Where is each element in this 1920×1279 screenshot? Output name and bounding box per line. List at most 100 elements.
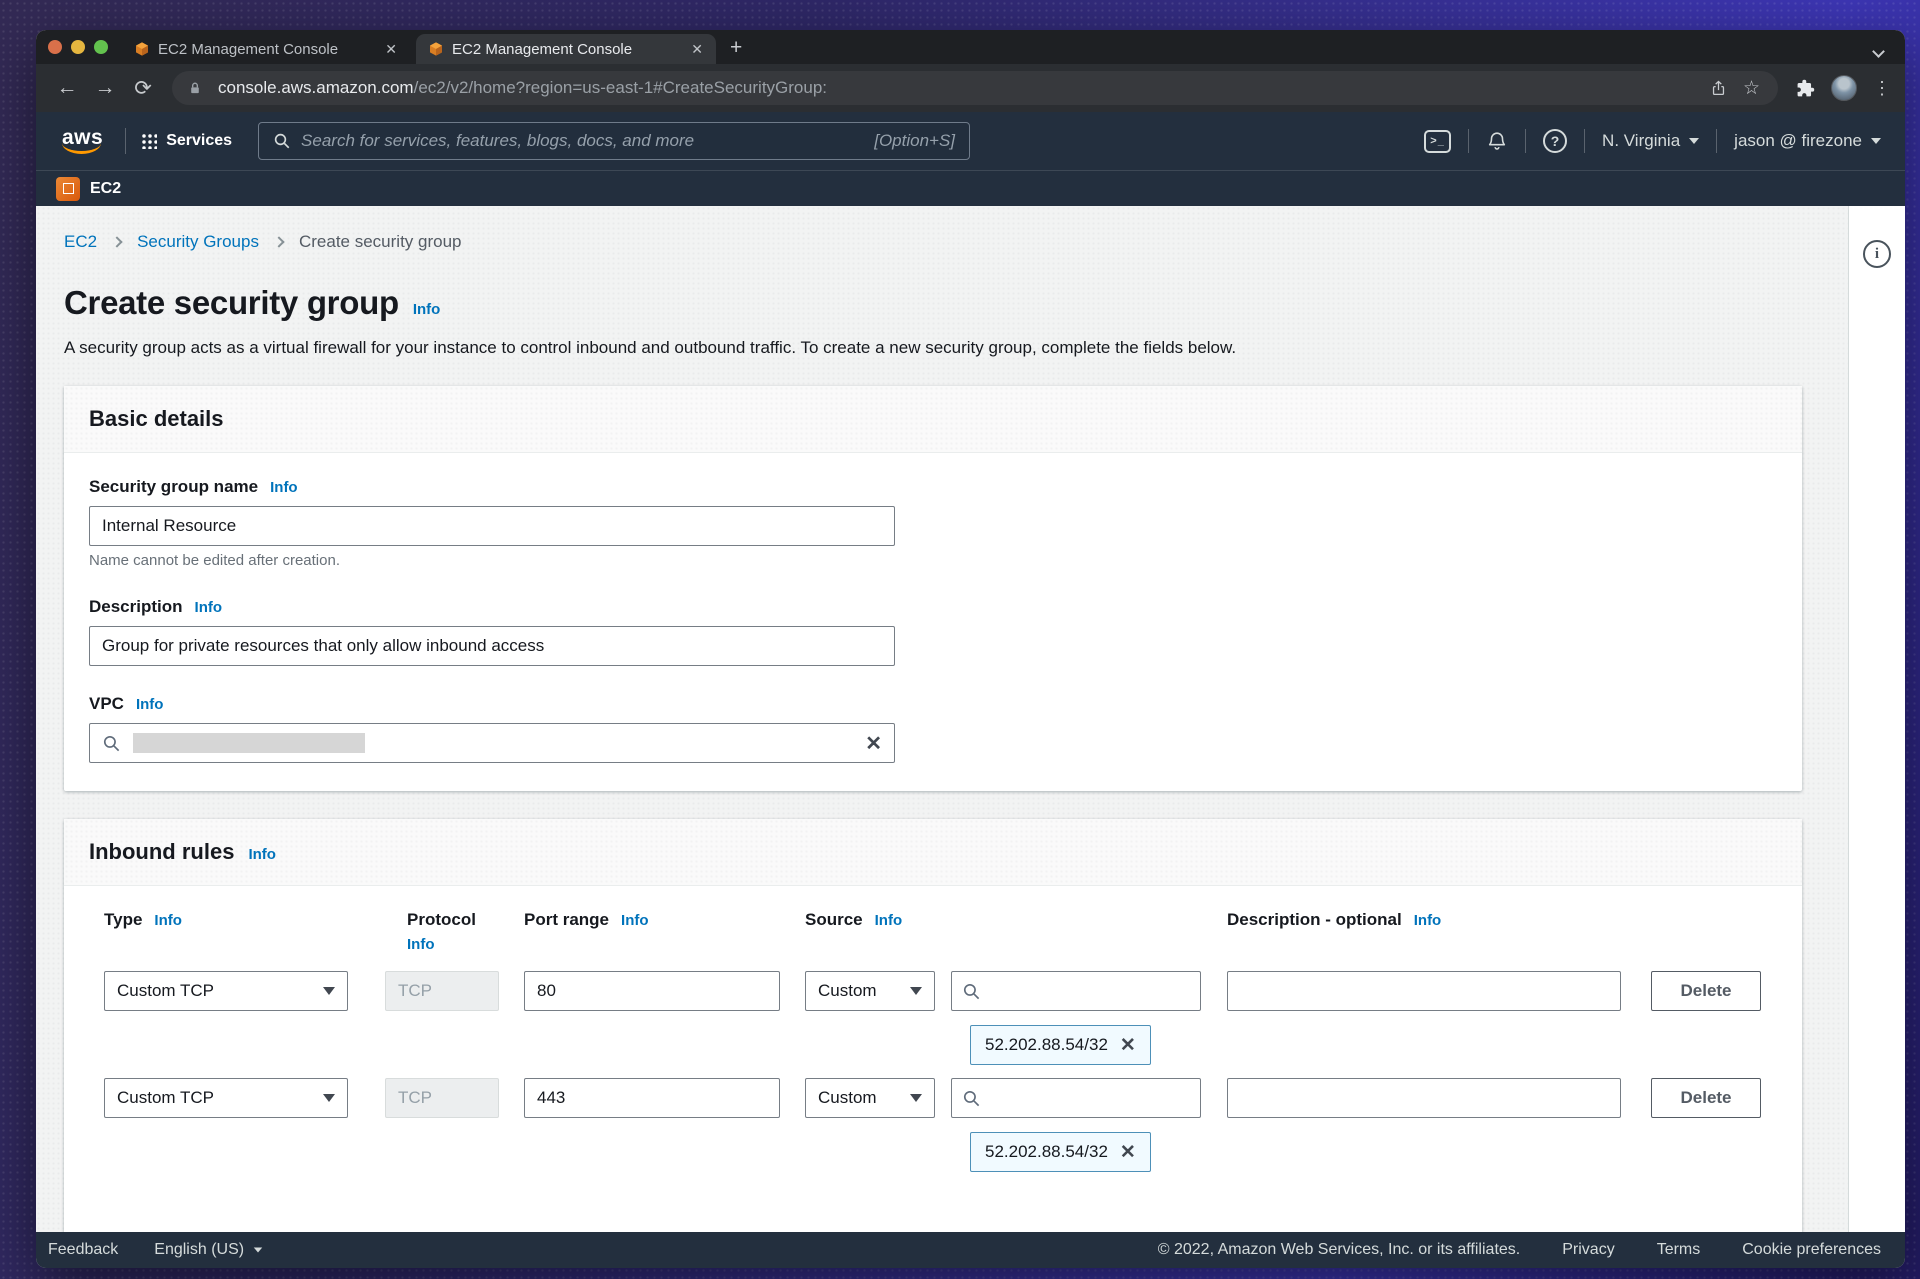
delete-rule-button[interactable]: Delete (1651, 971, 1761, 1011)
port-range-input[interactable] (524, 1078, 780, 1118)
security-group-name-input[interactable] (89, 506, 895, 546)
close-window-button[interactable] (48, 40, 62, 54)
vpc-select-input[interactable]: ✕ (89, 723, 895, 763)
search-icon (273, 132, 291, 150)
chevron-down-icon (254, 1247, 263, 1252)
breadcrumb-security-groups[interactable]: Security Groups (137, 232, 259, 252)
info-panel-icon[interactable]: i (1863, 240, 1891, 268)
minimize-window-button[interactable] (71, 40, 85, 54)
help-icon[interactable]: ? (1543, 129, 1567, 153)
aws-logo[interactable]: aws (56, 126, 109, 156)
tab-search-chevron-icon[interactable] (1872, 45, 1885, 58)
tab-title: EC2 Management Console (158, 41, 374, 58)
breadcrumb-chevron-icon (273, 236, 284, 247)
bookmark-star-icon[interactable]: ☆ (1743, 77, 1760, 100)
toolbar-right: ⋮ (1796, 75, 1891, 101)
source-select[interactable]: Custom (805, 971, 935, 1011)
rule-description-input[interactable] (1227, 1078, 1621, 1118)
inbound-rules-title: Inbound rules (89, 839, 234, 865)
back-button[interactable]: ← (50, 76, 84, 100)
reload-button[interactable]: ⟳ (126, 76, 160, 101)
url-path: /ec2/v2/home?region=us-east-1#CreateSecu… (414, 78, 827, 98)
ec2-service-icon[interactable] (56, 177, 80, 201)
inbound-rules-card: Inbound rules Info Type Info Protocol In… (64, 819, 1802, 1232)
source-search-input[interactable] (951, 971, 1201, 1011)
tab-title: EC2 Management Console (452, 41, 680, 58)
new-tab-button[interactable]: + (730, 36, 742, 60)
breadcrumb: EC2 Security Groups Create security grou… (64, 232, 1848, 252)
copyright-text: © 2022, Amazon Web Services, Inc. or its… (1158, 1241, 1520, 1259)
tab-ec2-console-2[interactable]: EC2 Management Console ✕ (416, 34, 716, 64)
port-range-input[interactable] (524, 971, 780, 1011)
aws-top-nav: aws Services [Option+S] >_ ? N. Virginia (36, 112, 1905, 170)
aws-footer: Feedback English (US) © 2022, Amazon Web… (36, 1232, 1905, 1268)
column-source: Source Info (805, 910, 1201, 930)
type-info-link[interactable]: Info (154, 912, 182, 929)
security-group-name-label: Security group name (89, 477, 258, 497)
remove-token-icon[interactable]: ✕ (1120, 1141, 1136, 1164)
search-shortcut: [Option+S] (874, 131, 955, 151)
url-domain: console.aws.amazon.com (218, 78, 414, 98)
close-tab-icon[interactable]: ✕ (382, 41, 400, 58)
type-select[interactable]: Custom TCP (104, 1078, 348, 1118)
maximize-window-button[interactable] (94, 40, 108, 54)
description-info-link[interactable]: Info (1414, 912, 1442, 929)
clear-vpc-icon[interactable]: ✕ (865, 731, 882, 756)
browser-menu-icon[interactable]: ⋮ (1873, 78, 1891, 99)
terms-link[interactable]: Terms (1657, 1241, 1701, 1259)
vpc-label: VPC (89, 694, 124, 714)
region-label: N. Virginia (1602, 131, 1680, 151)
port-range-info-link[interactable]: Info (621, 912, 649, 929)
notifications-bell-icon[interactable] (1486, 130, 1508, 152)
tab-ec2-console-1[interactable]: EC2 Management Console ✕ (122, 34, 410, 64)
language-label: English (US) (154, 1241, 244, 1259)
cloudshell-icon[interactable]: >_ (1424, 130, 1451, 153)
extensions-puzzle-icon[interactable] (1796, 79, 1815, 98)
chevron-down-icon (323, 1094, 335, 1102)
services-label: Services (166, 132, 232, 150)
browser-window: EC2 Management Console ✕ EC2 Management … (36, 30, 1905, 1268)
feedback-link[interactable]: Feedback (48, 1241, 118, 1259)
breadcrumb-ec2[interactable]: EC2 (64, 232, 97, 252)
delete-rule-button[interactable]: Delete (1651, 1078, 1761, 1118)
chevron-down-icon (910, 1094, 922, 1102)
title-info-link[interactable]: Info (413, 301, 441, 318)
ec2-favorite-link[interactable]: EC2 (90, 180, 121, 198)
rule-description-input[interactable] (1227, 971, 1621, 1011)
browser-toolbar: ← → ⟳ console.aws.amazon.com/ec2/v2/home… (36, 64, 1905, 112)
source-info-link[interactable]: Info (875, 912, 903, 929)
privacy-link[interactable]: Privacy (1562, 1241, 1614, 1259)
region-selector[interactable]: N. Virginia (1602, 131, 1699, 151)
favorites-bar: EC2 (36, 170, 1905, 206)
inbound-rules-info-link[interactable]: Info (248, 846, 276, 863)
name-helper-text: Name cannot be edited after creation. (89, 552, 1777, 569)
search-icon (102, 734, 121, 753)
account-menu[interactable]: jason @ firezone (1734, 131, 1881, 151)
share-icon[interactable] (1710, 79, 1727, 97)
close-tab-icon[interactable]: ✕ (688, 41, 706, 58)
source-select[interactable]: Custom (805, 1078, 935, 1118)
remove-token-icon[interactable]: ✕ (1120, 1034, 1136, 1057)
aws-search-box[interactable]: [Option+S] (258, 122, 970, 160)
source-search-input[interactable] (951, 1078, 1201, 1118)
address-bar[interactable]: console.aws.amazon.com/ec2/v2/home?regio… (172, 71, 1778, 105)
description-info-link[interactable]: Info (195, 599, 223, 616)
vpc-info-link[interactable]: Info (136, 696, 164, 713)
column-protocol: Protocol Info (385, 910, 499, 953)
services-menu[interactable]: Services (142, 132, 232, 150)
inbound-rule-row: Custom TCP TCP Custom Delete (104, 1078, 1777, 1118)
page-description: A security group acts as a virtual firew… (64, 338, 1848, 358)
aws-search-input[interactable] (301, 131, 864, 151)
description-input[interactable] (89, 626, 895, 666)
forward-button[interactable]: → (88, 76, 122, 100)
column-type: Type Info (104, 910, 348, 930)
name-info-link[interactable]: Info (270, 479, 298, 496)
profile-avatar[interactable] (1831, 75, 1857, 101)
type-select[interactable]: Custom TCP (104, 971, 348, 1011)
help-panel-collapsed: i (1848, 206, 1905, 1232)
chevron-down-icon (1689, 138, 1699, 144)
language-selector[interactable]: English (US) (154, 1241, 263, 1259)
window-controls[interactable] (36, 30, 122, 64)
protocol-info-link[interactable]: Info (407, 936, 435, 953)
cookie-preferences-link[interactable]: Cookie preferences (1742, 1241, 1881, 1259)
